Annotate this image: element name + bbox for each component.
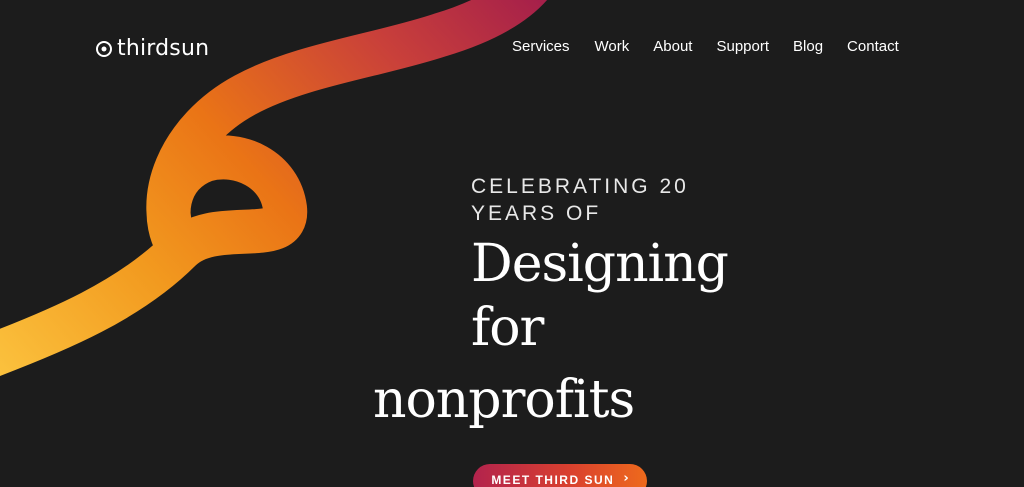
brand-logo[interactable]: thirdsun (95, 36, 209, 61)
target-ring-icon (96, 40, 112, 57)
hero-eyebrow: CELEBRATING 20 YEARS OF (471, 173, 689, 227)
brand-name: thirdsun (117, 36, 210, 61)
nav-item-blog[interactable]: Blog (793, 38, 823, 55)
hero-eyebrow-line-2: YEARS OF (471, 202, 602, 225)
hero-eyebrow-line-1: CELEBRATING 20 (471, 175, 689, 198)
main-nav: Services Work About Support Blog Contact (512, 38, 899, 55)
page: thirdsun Services Work About Support Blo… (0, 0, 1024, 487)
hero-headline-line-1: Designing (471, 234, 729, 294)
meet-third-sun-button[interactable]: MEET THIRD SUN › (473, 464, 647, 487)
nav-item-work[interactable]: Work (595, 38, 630, 55)
nav-item-contact[interactable]: Contact (847, 38, 899, 55)
nav-item-about[interactable]: About (653, 38, 692, 55)
cta-label: MEET THIRD SUN (491, 473, 615, 487)
nav-item-services[interactable]: Services (512, 38, 570, 55)
nav-item-support[interactable]: Support (716, 38, 769, 55)
chevron-right-icon: › (623, 471, 629, 486)
hero-headline-line-3: nonprofits (373, 370, 635, 430)
hero-headline-line-2: for (471, 298, 544, 358)
